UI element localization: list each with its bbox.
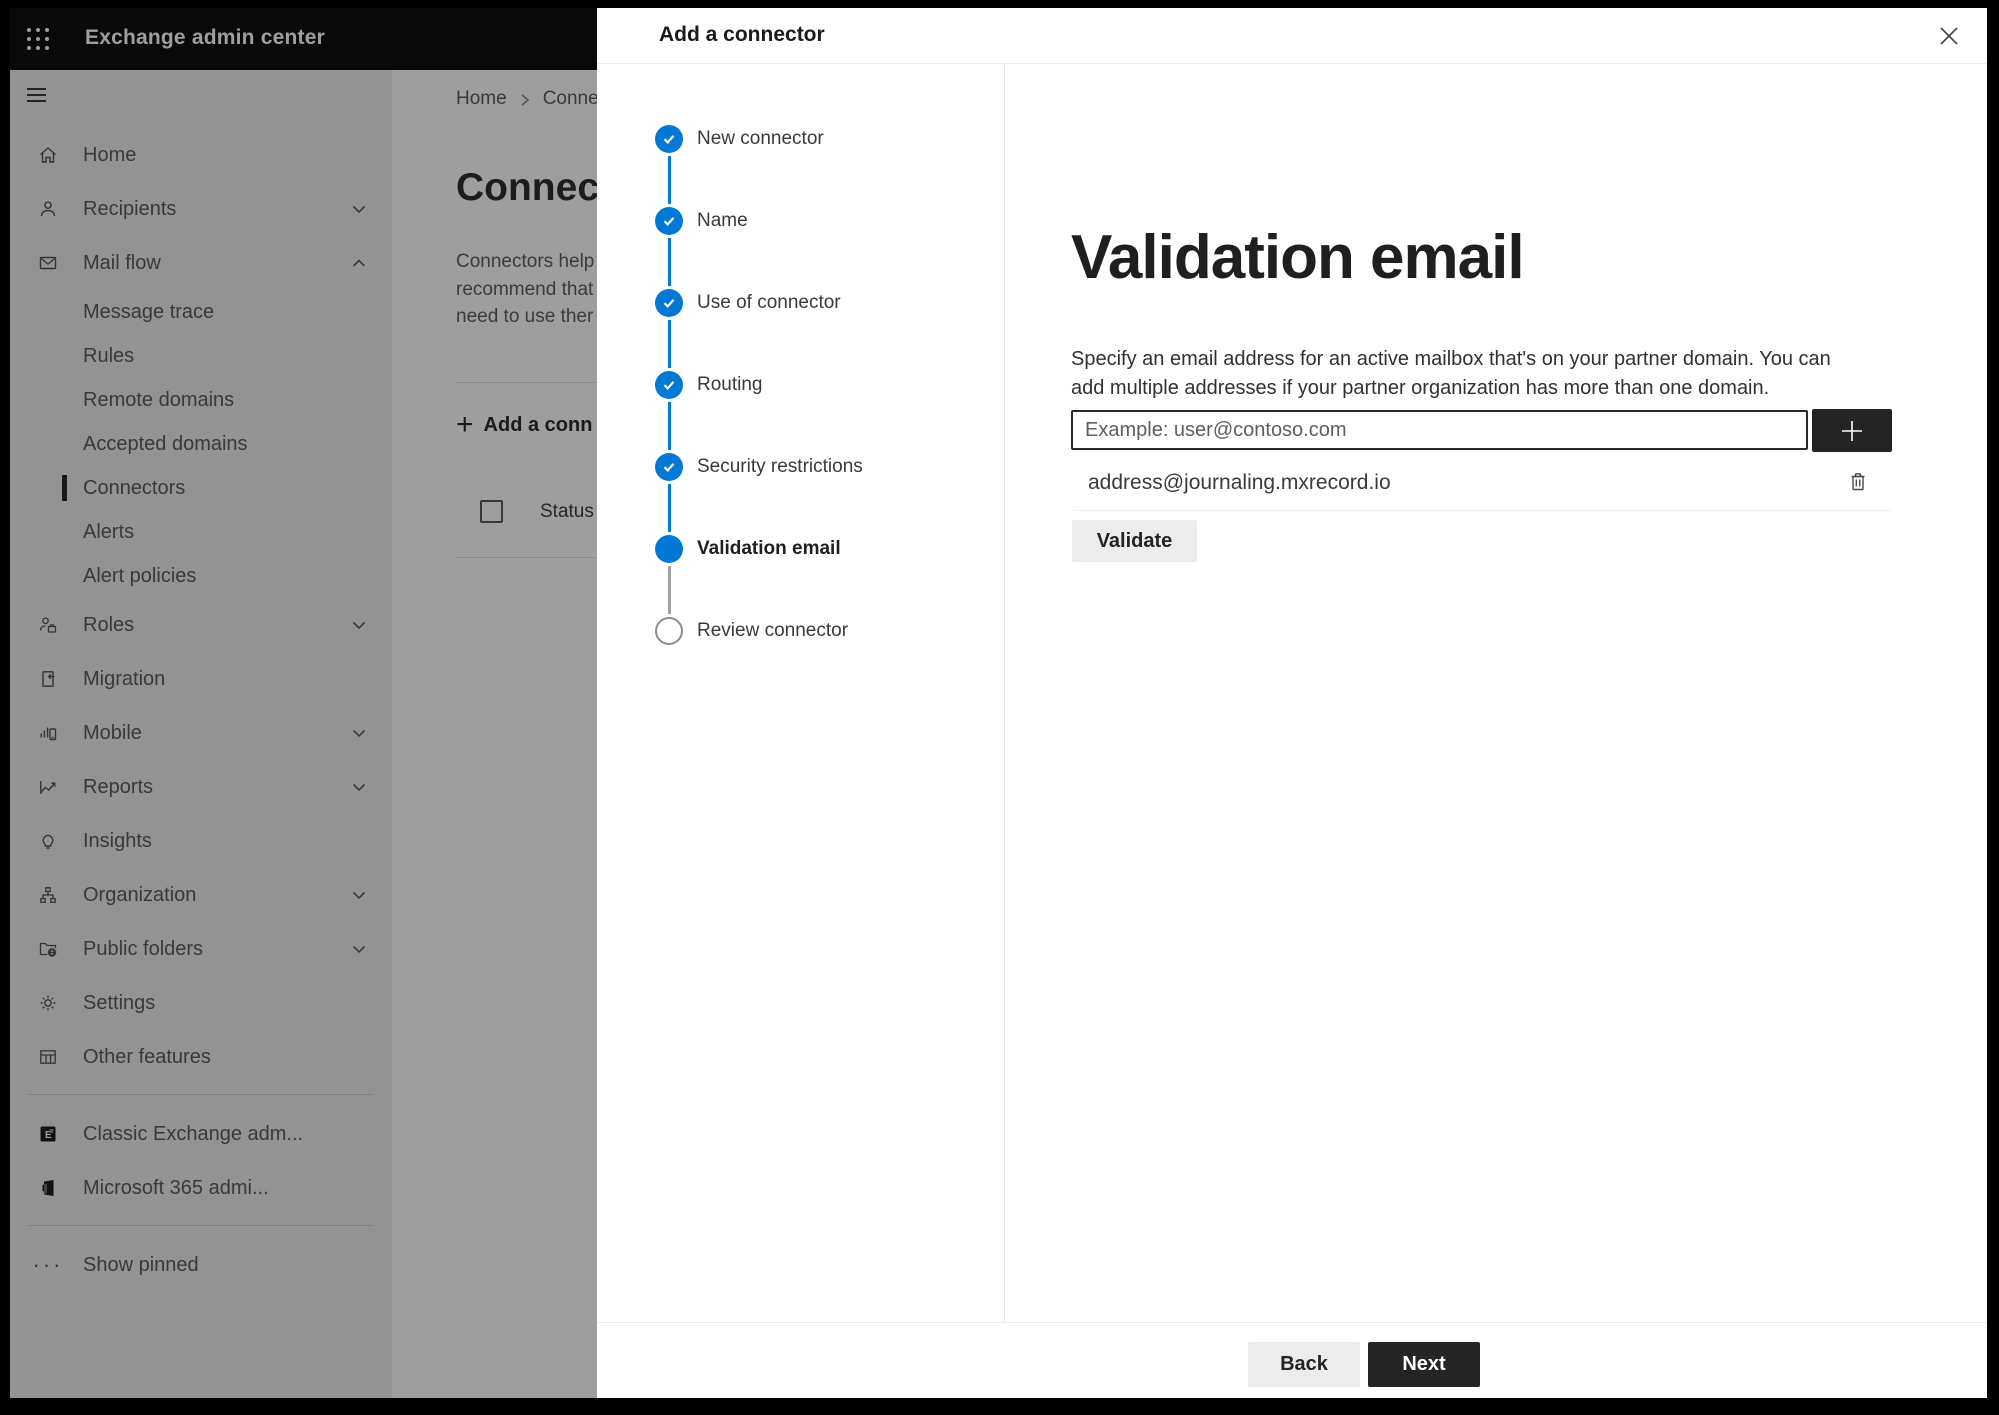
- step-name[interactable]: Name: [655, 207, 863, 289]
- step-heading: Validation email: [1071, 222, 1525, 292]
- step-check-icon: [655, 125, 683, 153]
- step-review-connector[interactable]: Review connector: [655, 617, 863, 699]
- step-check-icon: [655, 207, 683, 235]
- divider: [1073, 510, 1892, 511]
- screenshot-frame: Exchange admin center Home Recipients Mail…: [0, 0, 1999, 1415]
- panel-header: Add a connector: [597, 8, 1987, 64]
- close-icon[interactable]: [1933, 20, 1965, 52]
- step-use-of-connector[interactable]: Use of connector: [655, 289, 863, 371]
- trash-icon: [1848, 471, 1868, 496]
- step-connector-line: [667, 402, 671, 450]
- step-connector-line: [667, 156, 671, 204]
- step-current-icon: [655, 535, 683, 563]
- step-check-icon: [655, 453, 683, 481]
- validate-button[interactable]: Validate: [1072, 520, 1197, 562]
- step-security-restrictions[interactable]: Security restrictions: [655, 453, 863, 535]
- add-connector-panel: Add a connector New connector Name Use of …: [597, 8, 1987, 1398]
- step-label: Review connector: [697, 620, 849, 641]
- step-check-icon: [655, 289, 683, 317]
- step-label: Use of connector: [697, 292, 841, 313]
- step-connector-line: [667, 238, 671, 286]
- step-connector-line: [667, 566, 671, 614]
- back-button[interactable]: Back: [1248, 1342, 1360, 1387]
- step-label: New connector: [697, 128, 824, 149]
- footer-divider: [597, 1322, 1987, 1323]
- step-label: Security restrictions: [697, 456, 863, 477]
- step-validation-email[interactable]: Validation email: [655, 535, 863, 617]
- step-description: Specify an email address for an active m…: [1071, 348, 1831, 399]
- add-email-button[interactable]: [1812, 409, 1892, 452]
- step-routing[interactable]: Routing: [655, 371, 863, 453]
- divider: [1004, 63, 1005, 1323]
- step-new-connector[interactable]: New connector: [655, 125, 863, 207]
- step-label: Validation email: [697, 538, 841, 559]
- step-label: Name: [697, 210, 748, 231]
- app-window: Exchange admin center Home Recipients Mail…: [10, 8, 1987, 1398]
- step-connector-line: [667, 320, 671, 368]
- panel-title: Add a connector: [659, 23, 825, 46]
- step-upcoming-icon: [655, 617, 683, 645]
- delete-address-button[interactable]: [1843, 468, 1873, 498]
- email-address-value: address@journaling.mxrecord.io: [1088, 471, 1391, 494]
- step-check-icon: [655, 371, 683, 399]
- next-button[interactable]: Next: [1368, 1342, 1480, 1387]
- email-address-row: address@journaling.mxrecord.io: [1071, 466, 1892, 502]
- wizard-stepper: New connector Name Use of connector Routing…: [655, 125, 863, 699]
- step-connector-line: [667, 484, 671, 532]
- email-address-input[interactable]: [1071, 410, 1808, 450]
- step-label: Routing: [697, 374, 763, 395]
